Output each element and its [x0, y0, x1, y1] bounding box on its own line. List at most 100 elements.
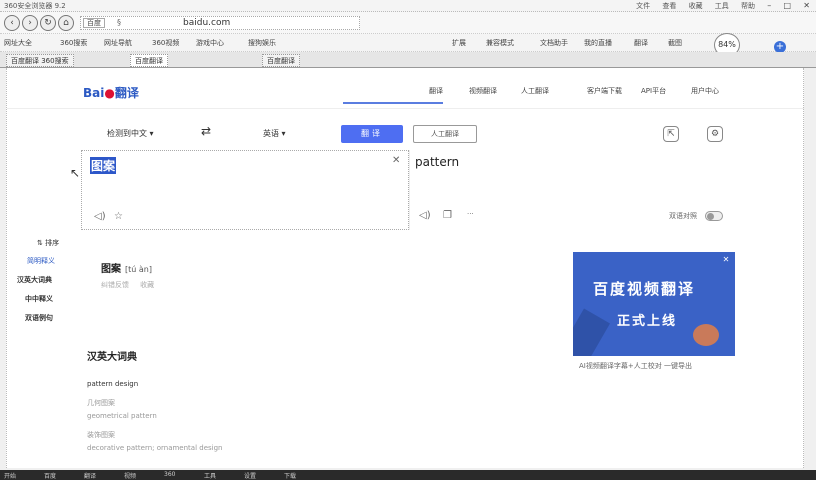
favorite-link[interactable]: 收藏: [140, 281, 154, 289]
human-translate-button[interactable]: 人工翻译: [413, 125, 477, 143]
speaker-icon[interactable]: ◁): [419, 210, 431, 221]
taskbar: 开始 百度 翻译 视频 360 工具 设置 下载: [0, 470, 816, 480]
menu-view[interactable]: 查看: [662, 2, 676, 10]
source-text: 图案: [90, 157, 117, 174]
taskbar-item[interactable]: 开始: [4, 471, 16, 480]
bookmark-item[interactable]: 我的直播: [584, 38, 612, 48]
navigation-row: ‹ › ↻ ⌂ 百度 § baidu.com: [0, 12, 816, 34]
source-language-select[interactable]: 检测到中文 ▾: [107, 128, 154, 139]
settings-icon[interactable]: ⚙: [707, 126, 723, 142]
address-url: baidu.com: [183, 18, 231, 28]
bookmark-item[interactable]: 游戏中心: [196, 38, 224, 48]
address-bar[interactable]: 百度 § baidu.com: [80, 16, 360, 30]
feedback-link[interactable]: 纠错反馈: [101, 281, 129, 289]
bookmark-item[interactable]: 截图: [668, 38, 682, 48]
star-icon[interactable]: ☆: [114, 211, 123, 222]
bilingual-toggle[interactable]: [705, 211, 723, 221]
divider: [7, 108, 805, 109]
clear-icon[interactable]: ✕: [392, 155, 400, 166]
taskbar-item[interactable]: 下载: [284, 471, 296, 480]
sidebar-item-zhongzhong[interactable]: 中中释义: [25, 294, 53, 304]
taskbar-item[interactable]: 工具: [204, 471, 216, 480]
bookmark-item[interactable]: 翻译: [634, 38, 648, 48]
forward-icon[interactable]: ›: [22, 15, 38, 31]
topnav-client[interactable]: 客户端下载: [587, 86, 622, 96]
dictionary-line: geometrical pattern: [87, 412, 157, 420]
taskbar-item[interactable]: 翻译: [84, 471, 96, 480]
taskbar-item[interactable]: 百度: [44, 471, 56, 480]
dictionary-line: 装饰图案: [87, 431, 115, 439]
bookmark-item[interactable]: 360视频: [152, 38, 179, 48]
menu-favorites[interactable]: 收藏: [689, 2, 703, 10]
translate-button[interactable]: 翻译: [341, 125, 403, 143]
bookmark-item[interactable]: 兼容模式: [486, 38, 514, 48]
bookmark-item[interactable]: 360搜索: [60, 38, 87, 48]
bookmarks-bar: 网址大全 360搜索 网址导航 360视频 游戏中心 搜狗娱乐 扩展 兼容模式 …: [0, 34, 816, 52]
sidebar-item-brief[interactable]: 简明释义: [27, 256, 55, 266]
dictionary-headline: pattern design: [87, 380, 139, 388]
site-logo[interactable]: Bai●翻译: [83, 84, 139, 101]
promo-caption: AI视频翻译字幕+人工校对 一键导出: [579, 362, 692, 370]
tab-item[interactable]: 百度翻译: [130, 54, 168, 67]
page-content: Bai●翻译 翻译 视频翻译 人工翻译 客户端下载 API平台 用户中心 检测到…: [6, 68, 805, 468]
menu-help[interactable]: 帮助: [741, 2, 755, 10]
sidebar-item-examples[interactable]: 双语例句: [25, 313, 53, 323]
address-tag: 百度: [83, 18, 105, 28]
source-textarea[interactable]: 图案 ✕ ◁) ☆: [81, 150, 409, 230]
dictionary-title: 汉英大词典: [87, 352, 137, 363]
decorative-dot: [693, 324, 719, 346]
security-icon: §: [117, 18, 121, 27]
promo-banner[interactable]: 百度视频翻译 正式上线 ✕: [573, 252, 735, 356]
taskbar-item[interactable]: 360: [164, 471, 175, 478]
bookmark-item[interactable]: 搜狗娱乐: [248, 38, 276, 48]
tab-item[interactable]: 百度翻译 360搜索: [6, 54, 74, 67]
bookmark-item[interactable]: 文档助手: [540, 38, 568, 48]
copy-icon[interactable]: ❐: [443, 210, 452, 221]
bookmark-item[interactable]: 网址大全: [4, 38, 32, 48]
bookmark-item[interactable]: 网址导航: [104, 38, 132, 48]
divider: [409, 150, 410, 230]
entry-meta: 纠错反馈 收藏: [101, 280, 154, 290]
topnav-human[interactable]: 人工翻译: [521, 86, 549, 96]
topnav-user[interactable]: 用户中心: [691, 86, 719, 96]
promo-subtitle: 正式上线: [617, 314, 678, 329]
menu-file[interactable]: 文件: [636, 2, 650, 10]
bookmark-item[interactable]: 扩展: [452, 38, 466, 48]
sidebar-item-sort[interactable]: ⇅ 排序: [37, 238, 59, 248]
toggle-label: 双语对照: [669, 212, 697, 220]
promo-title: 百度视频翻译: [593, 280, 696, 298]
taskbar-item[interactable]: 视频: [124, 471, 136, 480]
browser-menus: 文件 查看 收藏 工具 帮助 – □ ✕: [626, 1, 810, 11]
menu-tools[interactable]: 工具: [715, 2, 729, 10]
close-icon[interactable]: ✕: [721, 255, 731, 265]
entry-pinyin: [tú àn]: [125, 265, 152, 274]
speaker-icon[interactable]: ◁): [94, 211, 106, 222]
minimize-icon[interactable]: –: [767, 1, 771, 10]
tab-bar: 百度翻译 360搜索 百度翻译 百度翻译: [0, 52, 816, 68]
decorative-stripe: [573, 308, 610, 356]
browser-title-bar: 360安全浏览器 9.2 文件 查看 收藏 工具 帮助 – □ ✕: [0, 0, 816, 12]
tab-item[interactable]: 百度翻译: [262, 54, 300, 67]
result-text: pattern: [415, 155, 460, 169]
refresh-icon[interactable]: ↻: [40, 15, 56, 31]
back-icon[interactable]: ‹: [4, 15, 20, 31]
topnav-video[interactable]: 视频翻译: [469, 86, 497, 96]
topnav-translate[interactable]: 翻译: [429, 86, 443, 96]
maximize-icon[interactable]: □: [784, 1, 792, 10]
entry-word: 图案 [tú àn]: [101, 264, 152, 275]
document-translate-icon[interactable]: ⇱: [663, 126, 679, 142]
home-icon[interactable]: ⌂: [58, 15, 74, 31]
active-underline: [343, 102, 443, 104]
sidebar-item-hanying[interactable]: 汉英大词典: [17, 275, 52, 285]
target-language-select[interactable]: 英语 ▾: [263, 128, 286, 139]
dictionary-line: 几何图案: [87, 399, 115, 407]
paw-icon: ●: [104, 86, 115, 100]
mouse-cursor-icon: ↖: [70, 166, 81, 180]
window-title: 360安全浏览器 9.2: [4, 2, 66, 10]
taskbar-item[interactable]: 设置: [244, 471, 256, 480]
dictionary-line: decorative pattern; ornamental design: [87, 444, 223, 452]
close-icon[interactable]: ✕: [803, 1, 810, 10]
topnav-api[interactable]: API平台: [641, 86, 666, 96]
more-icon[interactable]: ···: [467, 210, 474, 218]
swap-icon[interactable]: ⇄: [201, 124, 211, 138]
